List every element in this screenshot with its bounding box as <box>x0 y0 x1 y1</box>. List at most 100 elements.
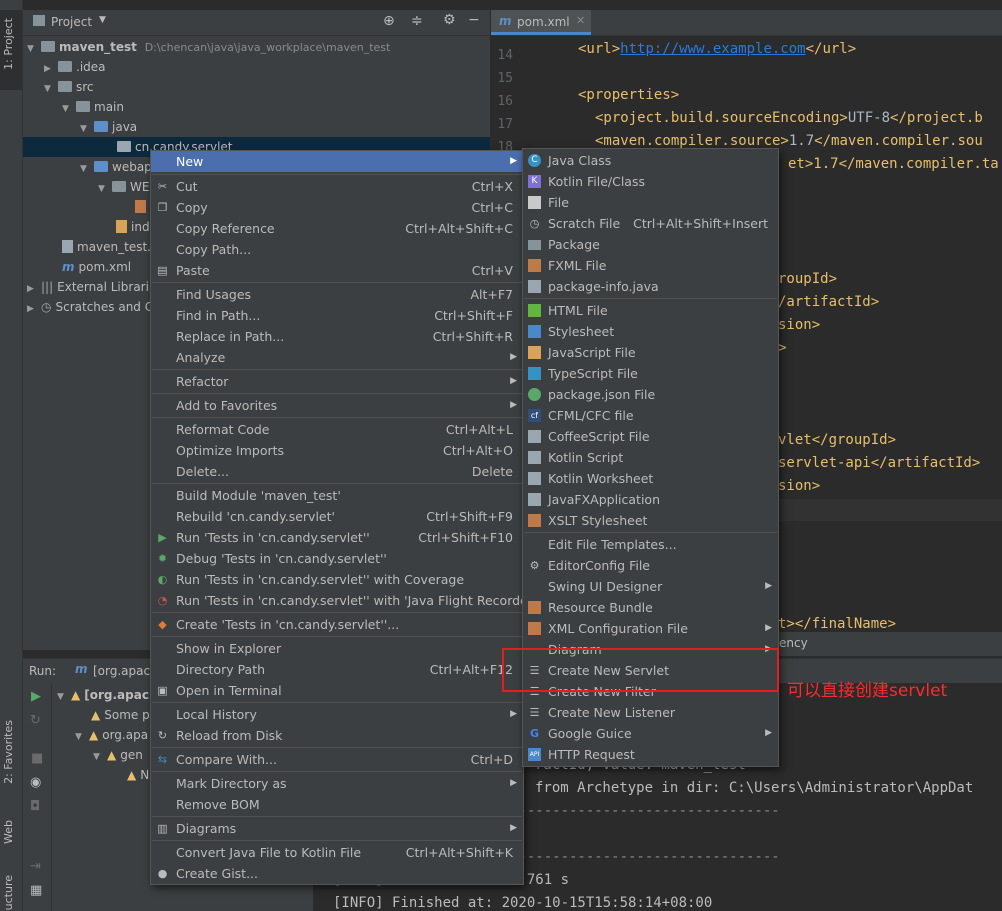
submenu-item-java-class[interactable]: C Java Class <box>523 150 778 171</box>
tree-item-maven-test[interactable]: ▼ maven_test D:\chencan\java\java_workpla… <box>27 37 390 57</box>
run-icon[interactable]: ▶ <box>31 689 41 704</box>
tree-item-iml[interactable]: maven_test.i <box>62 237 154 257</box>
menu-item-find-usages[interactable]: Find Usages Alt+F7 <box>151 284 523 305</box>
menu-item-reformat-code[interactable]: Reformat Code Ctrl+Alt+L <box>151 419 523 440</box>
run-config-tab[interactable]: [org.apac <box>93 664 150 678</box>
favorites-tab[interactable]: 2: Favorites <box>2 720 15 784</box>
menu-item-diagrams[interactable]: ▥ Diagrams ▶ <box>151 818 523 839</box>
menu-item-copy-reference[interactable]: Copy Reference Ctrl+Alt+Shift+C <box>151 218 523 239</box>
camera-icon[interactable]: ◘ <box>30 799 40 814</box>
submenu-item-kotlin-file[interactable]: K Kotlin File/Class <box>523 171 778 192</box>
menu-item-run-flight-recorder[interactable]: ◔ Run 'Tests in 'cn.candy.servlet'' with … <box>151 590 537 611</box>
tree-item-scratches[interactable]: ▶ ◷ Scratches and C <box>27 297 153 317</box>
chevron-down-icon[interactable]: ▼ <box>62 99 76 119</box>
run-tree-item[interactable]: ▼ ▲ gen <box>93 745 143 765</box>
breadcrumb-item[interactable]: ency <box>779 636 808 650</box>
menu-item-remove-bom[interactable]: Remove BOM <box>151 794 523 815</box>
run-tree-item[interactable]: ▲ N <box>127 765 149 785</box>
chevron-down-icon[interactable]: ▼ <box>99 15 106 25</box>
submenu-item-google-guice[interactable]: G Google Guice ▶ <box>523 723 778 744</box>
chevron-down-icon[interactable]: ▼ <box>98 179 112 199</box>
submenu-item-javascript-file[interactable]: JavaScript File <box>523 342 778 363</box>
close-icon[interactable]: ✕ <box>576 14 585 27</box>
chevron-right-icon[interactable]: ▶ <box>27 279 41 299</box>
submenu-item-xslt-stylesheet[interactable]: XSLT Stylesheet <box>523 510 778 531</box>
structure-tab[interactable]: ucture <box>2 875 15 910</box>
submenu-item-typescript-file[interactable]: TypeScript File <box>523 363 778 384</box>
tree-item-java[interactable]: ▼ java <box>80 117 137 137</box>
stop-icon[interactable]: ■ <box>31 751 43 766</box>
menu-item-optimize-imports[interactable]: Optimize Imports Ctrl+Alt+O <box>151 440 523 461</box>
run-tree-item[interactable]: ▼ ▲ org.apa <box>75 725 148 745</box>
submenu-item-javafx-application[interactable]: JavaFXApplication <box>523 489 778 510</box>
menu-item-new[interactable]: New ▶ <box>151 151 523 172</box>
run-tree-item[interactable]: ▲ Some p <box>91 705 150 725</box>
project-tool-tab[interactable]: 1: Project <box>0 10 22 90</box>
chevron-right-icon[interactable]: ▶ <box>44 59 58 79</box>
submenu-item-swing-ui-designer[interactable]: Swing UI Designer ▶ <box>523 576 778 597</box>
chevron-down-icon[interactable]: ▼ <box>27 39 41 59</box>
submenu-item-file[interactable]: File <box>523 192 778 213</box>
menu-item-copy-path[interactable]: Copy Path... <box>151 239 523 260</box>
submenu-item-coffeescript-file[interactable]: CoffeeScript File <box>523 426 778 447</box>
submenu-item-create-new-listener[interactable]: ☰ Create New Listener <box>523 702 778 723</box>
menu-item-open-in-terminal[interactable]: ▣ Open in Terminal <box>151 680 523 701</box>
menu-item-paste[interactable]: ▤ Paste Ctrl+V <box>151 260 523 281</box>
submenu-item-resource-bundle[interactable]: Resource Bundle <box>523 597 778 618</box>
submenu-item-cfml-file[interactable]: cf CFML/CFC file <box>523 405 778 426</box>
eye-icon[interactable]: ◉ <box>30 775 41 790</box>
chevron-down-icon[interactable]: ▼ <box>57 687 71 707</box>
submenu-item-edit-file-templates[interactable]: Edit File Templates... <box>523 534 778 555</box>
web-tab[interactable]: Web <box>2 820 15 844</box>
project-view-title[interactable]: Project <box>51 15 92 29</box>
submenu-item-package[interactable]: Package <box>523 234 778 255</box>
chevron-down-icon[interactable]: ▼ <box>80 119 94 139</box>
tree-item-webapp[interactable]: ▼ webap <box>80 157 152 177</box>
tree-item-external-libraries[interactable]: ▶ ||| External Librari <box>27 277 149 297</box>
tree-item-web-xml[interactable] <box>135 197 150 217</box>
menu-item-delete[interactable]: Delete... Delete <box>151 461 523 482</box>
menu-item-directory-path[interactable]: Directory Path Ctrl+Alt+F12 <box>151 659 523 680</box>
chevron-down-icon[interactable]: ▼ <box>75 727 89 747</box>
menu-item-compare-with[interactable]: ⇆ Compare With... Ctrl+D <box>151 749 523 770</box>
submenu-item-package-info[interactable]: package-info.java <box>523 276 778 297</box>
submenu-item-stylesheet[interactable]: Stylesheet <box>523 321 778 342</box>
submenu-item-kotlin-script[interactable]: Kotlin Script <box>523 447 778 468</box>
submenu-item-fxml-file[interactable]: FXML File <box>523 255 778 276</box>
submenu-item-scratch-file[interactable]: ◷ Scratch File Ctrl+Alt+Shift+Insert <box>523 213 778 234</box>
menu-item-add-to-favorites[interactable]: Add to Favorites ▶ <box>151 395 523 416</box>
menu-item-convert-to-kotlin[interactable]: Convert Java File to Kotlin File Ctrl+Alt… <box>151 842 523 863</box>
collapse-icon[interactable]: ≑ <box>411 13 423 29</box>
menu-item-local-history[interactable]: Local History ▶ <box>151 704 523 725</box>
menu-item-replace-in-path[interactable]: Replace in Path... Ctrl+Shift+R <box>151 326 523 347</box>
submenu-item-package-json[interactable]: package.json File <box>523 384 778 405</box>
submenu-item-editorconfig[interactable]: ⚙ EditorConfig File <box>523 555 778 576</box>
menu-item-mark-directory[interactable]: Mark Directory as ▶ <box>151 773 523 794</box>
submenu-item-kotlin-worksheet[interactable]: Kotlin Worksheet <box>523 468 778 489</box>
gear-icon[interactable]: ⚙ <box>443 12 456 28</box>
menu-item-refactor[interactable]: Refactor ▶ <box>151 371 523 392</box>
menu-item-reload-from-disk[interactable]: ↻ Reload from Disk <box>151 725 523 746</box>
tree-item-pom[interactable]: m pom.xml <box>62 257 131 277</box>
menu-item-copy[interactable]: ❐ Copy Ctrl+C <box>151 197 523 218</box>
tree-item-web-inf[interactable]: ▼ WE <box>98 177 149 197</box>
menu-item-cut[interactable]: ✂ Cut Ctrl+X <box>151 176 523 197</box>
submenu-item-xml-configuration-file[interactable]: XML Configuration File ▶ <box>523 618 778 639</box>
menu-item-run-tests[interactable]: ▶ Run 'Tests in 'cn.candy.servlet'' Ctrl+S… <box>151 527 523 548</box>
chevron-down-icon[interactable]: ▼ <box>44 79 58 99</box>
menu-item-debug-tests[interactable]: ✹ Debug 'Tests in 'cn.candy.servlet'' <box>151 548 523 569</box>
chevron-down-icon[interactable]: ▼ <box>80 159 94 179</box>
tree-item-index-jsp[interactable]: ind <box>116 217 150 237</box>
menu-item-run-coverage[interactable]: ◐ Run 'Tests in 'cn.candy.servlet'' with … <box>151 569 523 590</box>
menu-item-create-tests[interactable]: ◆ Create 'Tests in 'cn.candy.servlet''... <box>151 614 523 635</box>
rerun-icon[interactable]: ↻ <box>30 713 41 728</box>
menu-item-analyze[interactable]: Analyze ▶ <box>151 347 523 368</box>
code-link[interactable]: http://www.example.com <box>620 41 805 57</box>
tree-item-idea[interactable]: ▶ .idea <box>44 57 106 77</box>
menu-item-find-in-path[interactable]: Find in Path... Ctrl+Shift+F <box>151 305 523 326</box>
minimize-icon[interactable]: − <box>468 12 480 28</box>
locate-icon[interactable]: ⊕ <box>383 13 395 29</box>
menu-item-rebuild[interactable]: Rebuild 'cn.candy.servlet' Ctrl+Shift+F9 <box>151 506 523 527</box>
layout-icon[interactable]: ▦ <box>30 883 42 898</box>
chevron-down-icon[interactable]: ▼ <box>93 747 107 767</box>
